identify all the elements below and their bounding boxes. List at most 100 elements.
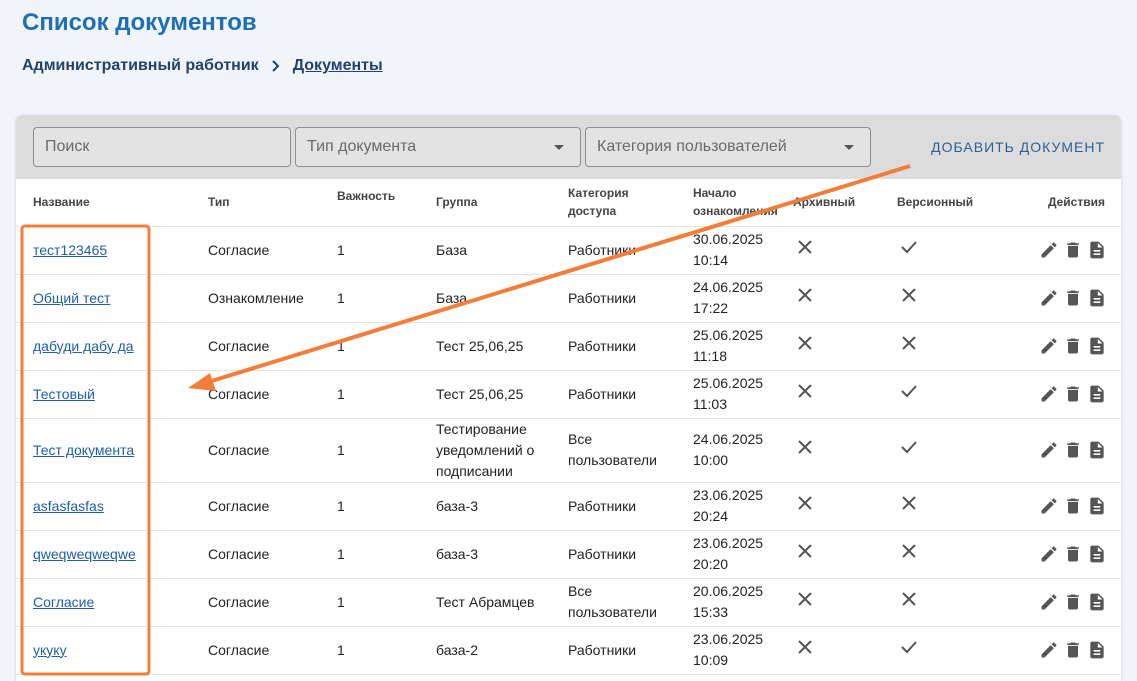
document-icon[interactable] bbox=[1087, 640, 1107, 660]
cell-type: Согласие bbox=[191, 370, 320, 419]
cell-access: Работники bbox=[551, 370, 676, 419]
cell-group: база-3 bbox=[419, 482, 551, 531]
trash-icon[interactable] bbox=[1063, 496, 1083, 516]
search-placeholder: Поиск bbox=[45, 138, 90, 155]
cell-name: Тест документа bbox=[16, 418, 191, 483]
header-access[interactable]: Категория доступа bbox=[551, 179, 676, 227]
cell-versioned bbox=[887, 274, 1007, 323]
header-archive[interactable]: Архивный bbox=[793, 179, 887, 227]
document-link[interactable]: тест123465 bbox=[33, 242, 107, 258]
trash-icon[interactable] bbox=[1063, 384, 1083, 404]
pencil-icon[interactable] bbox=[1039, 544, 1059, 564]
start-date: 24.06.2025 bbox=[693, 279, 764, 295]
cell-group: Тест Абрамцев bbox=[419, 578, 551, 627]
trash-icon[interactable] bbox=[1063, 440, 1083, 460]
document-icon[interactable] bbox=[1087, 544, 1107, 564]
document-link[interactable]: Тестовый bbox=[33, 386, 95, 402]
pencil-icon[interactable] bbox=[1039, 288, 1059, 308]
cell-name: дабуди дабу да bbox=[16, 322, 191, 371]
pencil-icon[interactable] bbox=[1039, 440, 1059, 460]
header-type[interactable]: Тип bbox=[191, 179, 320, 227]
cell-versioned bbox=[887, 626, 1007, 675]
header-name[interactable]: Название bbox=[16, 179, 191, 227]
document-link[interactable]: Тест документа bbox=[33, 442, 134, 458]
cell-type: Согласие bbox=[191, 530, 320, 579]
table-row: asfasfasfas Согласие 1 база-3 Работники 23.06… bbox=[16, 482, 1121, 531]
document-icon[interactable] bbox=[1087, 336, 1107, 356]
doc-type-select[interactable]: Тип документа bbox=[295, 127, 581, 167]
document-icon[interactable] bbox=[1087, 440, 1107, 460]
cell-actions bbox=[1007, 370, 1121, 419]
cell-archive bbox=[793, 274, 887, 323]
breadcrumb-current[interactable]: Документы bbox=[293, 57, 383, 75]
start-time: 10:00 bbox=[693, 452, 729, 468]
pencil-icon[interactable] bbox=[1039, 240, 1059, 260]
cell-name: Общий тест bbox=[16, 274, 191, 323]
document-link[interactable]: asfasfasfas bbox=[33, 498, 104, 514]
header-start[interactable]: Начало ознакомления bbox=[676, 179, 793, 227]
start-date: 23.06.2025 bbox=[693, 535, 764, 551]
trash-icon[interactable] bbox=[1063, 288, 1083, 308]
trash-icon[interactable] bbox=[1063, 592, 1083, 612]
close-icon bbox=[795, 589, 815, 609]
table-row: дабуди дабу да Согласие 1 Тест 25,06,25 Рабо… bbox=[16, 322, 1121, 371]
cell-group: Тест 25,06,25 bbox=[419, 370, 551, 419]
cell-start: 23.06.2025 10:09 bbox=[676, 626, 793, 675]
pencil-icon[interactable] bbox=[1039, 336, 1059, 356]
add-document-button[interactable]: ДОБАВИТЬ ДОКУМЕНТ bbox=[931, 139, 1105, 155]
user-category-select[interactable]: Категория пользователей bbox=[585, 127, 871, 167]
document-icon[interactable] bbox=[1087, 592, 1107, 612]
header-versioned[interactable]: Версионный bbox=[887, 179, 1007, 227]
header-importance[interactable]: Важность bbox=[320, 179, 419, 227]
cell-importance: 1 bbox=[320, 418, 419, 483]
trash-icon[interactable] bbox=[1063, 336, 1083, 356]
document-link[interactable]: укуку bbox=[33, 642, 67, 658]
cell-access: Работники bbox=[551, 626, 676, 675]
pencil-icon[interactable] bbox=[1039, 640, 1059, 660]
cell-type: Согласие bbox=[191, 626, 320, 675]
pencil-icon[interactable] bbox=[1039, 592, 1059, 612]
pencil-icon[interactable] bbox=[1039, 496, 1059, 516]
cell-start: 24.06.2025 10:00 bbox=[676, 418, 793, 483]
close-icon bbox=[899, 541, 919, 561]
cell-actions bbox=[1007, 226, 1121, 275]
cell-versioned bbox=[887, 322, 1007, 371]
close-icon bbox=[795, 637, 815, 657]
header-actions: Действия bbox=[1007, 179, 1121, 227]
cell-type: Ознакомление bbox=[191, 274, 320, 323]
search-input[interactable]: Поиск bbox=[33, 127, 291, 167]
cell-name: asfasfasfas bbox=[16, 482, 191, 531]
trash-icon[interactable] bbox=[1063, 240, 1083, 260]
pencil-icon[interactable] bbox=[1039, 384, 1059, 404]
start-date: 25.06.2025 bbox=[693, 375, 764, 391]
cell-start: 30.06.2025 10:14 bbox=[676, 226, 793, 275]
cell-group: База bbox=[419, 226, 551, 275]
document-link[interactable]: qweqweqweqwe bbox=[33, 546, 136, 562]
document-icon[interactable] bbox=[1087, 384, 1107, 404]
cell-actions bbox=[1007, 322, 1121, 371]
cell-archive bbox=[793, 418, 887, 483]
cell-archive bbox=[793, 578, 887, 627]
trash-icon[interactable] bbox=[1063, 544, 1083, 564]
document-icon[interactable] bbox=[1087, 240, 1107, 260]
cell-name: Согласие bbox=[16, 578, 191, 627]
document-link[interactable]: дабуди дабу да bbox=[33, 338, 134, 354]
table-row: тест123465 Согласие 1 База Работники 30.06.20… bbox=[16, 226, 1121, 275]
cell-start: 23.06.2025 20:20 bbox=[676, 530, 793, 579]
start-time: 20:20 bbox=[693, 556, 729, 572]
document-icon[interactable] bbox=[1087, 496, 1107, 516]
start-date: 23.06.2025 bbox=[693, 631, 764, 647]
document-icon[interactable] bbox=[1087, 288, 1107, 308]
cell-importance: 1 bbox=[320, 578, 419, 627]
document-link[interactable]: Общий тест bbox=[33, 290, 110, 306]
header-group[interactable]: Группа bbox=[419, 179, 551, 227]
breadcrumb-root[interactable]: Административный работник bbox=[22, 57, 259, 75]
close-icon bbox=[795, 437, 815, 457]
trash-icon[interactable] bbox=[1063, 640, 1083, 660]
table-row: Общий тест Ознакомление 1 База Работники 24.0… bbox=[16, 274, 1121, 323]
cell-name: тест123465 bbox=[16, 226, 191, 275]
document-link[interactable]: Согласие bbox=[33, 594, 94, 610]
cell-archive bbox=[793, 530, 887, 579]
cell-type: Согласие bbox=[191, 578, 320, 627]
cell-importance: 1 bbox=[320, 226, 419, 275]
